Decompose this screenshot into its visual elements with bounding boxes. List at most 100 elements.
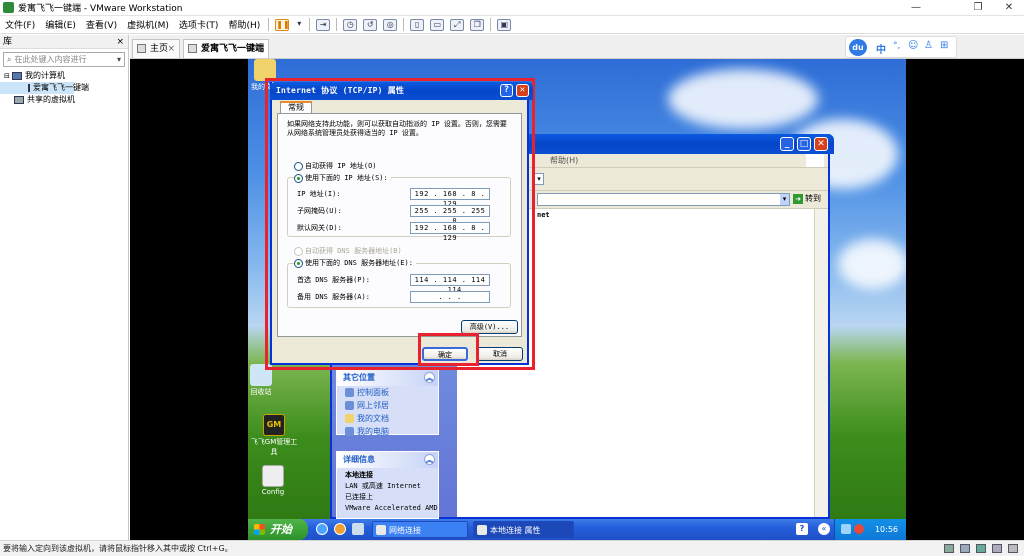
windows-flag-icon xyxy=(254,524,265,535)
advanced-button[interactable]: 高级(V)... xyxy=(461,320,518,334)
ip-address-input[interactable]: 192 . 168 . 8 . 129 xyxy=(410,188,490,208)
revert-snapshot-icon[interactable]: ↺ xyxy=(363,18,378,31)
subnet-mask-input[interactable]: 255 . 255 . 255 . 0 xyxy=(410,205,490,225)
tree-vm-item[interactable]: 爱寓飞飞一键端 xyxy=(0,82,89,94)
dialog-titlebar[interactable]: Internet 协议 (TCP/IP) 属性 ? ✕ xyxy=(270,82,533,100)
chevron-down-icon[interactable]: ▾ xyxy=(295,19,303,31)
chevron-down-icon[interactable]: ▾ xyxy=(534,173,544,185)
tcpip-properties-dialog[interactable]: Internet 协议 (TCP/IP) 属性 ? ✕ 常规 如果网络支持此功能… xyxy=(270,82,533,365)
vmware-app-icon xyxy=(3,2,14,13)
browser-icon[interactable] xyxy=(334,523,346,535)
library-view-icon[interactable]: ▯ xyxy=(410,18,425,31)
send-keys-icon[interactable]: ⇥ xyxy=(316,18,331,31)
hdd-status-icon[interactable] xyxy=(944,544,954,553)
tree-shared-vms[interactable]: 共享的虚拟机 xyxy=(0,94,128,106)
close-icon[interactable]: × xyxy=(167,40,175,58)
radio-auto-ip[interactable]: 自动获得 IP 地址(O) xyxy=(294,162,377,171)
menu-view[interactable]: 查看(V) xyxy=(81,18,122,31)
menu-help[interactable]: 帮助(H) xyxy=(550,155,578,166)
baidu-logo-icon[interactable]: du xyxy=(849,39,867,56)
menu-file[interactable]: 文件(F) xyxy=(0,18,40,31)
tree-label: 我的计算机 xyxy=(25,71,65,80)
ime-menu-icon[interactable]: ⊞ xyxy=(940,40,948,51)
alternate-dns-input[interactable]: . . . xyxy=(410,291,490,303)
desktop-icon-config[interactable]: Config xyxy=(250,465,296,496)
tab-home[interactable]: 主页 × xyxy=(132,39,180,58)
network-icon xyxy=(477,525,487,535)
snapshot-manager-icon[interactable]: ◎ xyxy=(383,18,398,31)
other-places-header[interactable]: 其它位置 ︽ xyxy=(337,370,438,386)
link-my-documents[interactable]: 我的文档 xyxy=(337,412,438,425)
unity-icon[interactable]: ❐ xyxy=(470,18,485,31)
collapse-icon[interactable]: ︽ xyxy=(424,372,435,383)
fullscreen-icon[interactable]: ⤢ xyxy=(450,18,465,31)
cancel-button[interactable]: 取消 xyxy=(477,347,523,361)
snapshot-icon[interactable]: ◷ xyxy=(343,18,358,31)
maximize-button[interactable]: □ xyxy=(797,137,811,151)
security-tray-icon[interactable] xyxy=(854,524,864,534)
menu-vm[interactable]: 虚拟机(M) xyxy=(122,18,174,31)
usb-status-icon[interactable] xyxy=(992,544,1002,553)
vm-letterbox-right xyxy=(906,59,1024,540)
shared-vm-icon xyxy=(14,96,24,104)
start-button[interactable]: 开始 xyxy=(248,519,308,540)
network-icon xyxy=(345,401,354,410)
baidu-ime-bar[interactable]: du 中 °, ☺ ♙ ⊞ xyxy=(845,36,957,58)
menu-tabs[interactable]: 选项卡(T) xyxy=(174,18,224,31)
console-view-icon[interactable]: ▣ xyxy=(497,18,512,31)
details-header[interactable]: 详细信息 ︽ xyxy=(337,452,438,468)
dialog-close-button[interactable]: ✕ xyxy=(516,84,529,97)
close-button[interactable]: ✕ xyxy=(814,137,828,151)
help-icon[interactable]: ? xyxy=(796,523,808,535)
link-label: 控制面板 xyxy=(357,388,389,397)
collapse-icon[interactable]: ︽ xyxy=(424,454,435,465)
radio-auto-dns[interactable]: 自动获得 DNS 服务器地址(B) xyxy=(294,247,402,256)
message-status-icon[interactable] xyxy=(1008,544,1018,553)
preferred-dns-input[interactable]: 114 . 114 . 114 . 114 xyxy=(410,274,490,294)
vertical-scrollbar[interactable] xyxy=(814,209,828,517)
menu-help[interactable]: 帮助(H) xyxy=(223,18,265,31)
library-panel: 库 × ⌕ 在此处键入内容进行 ▾ ⊟ 我的计算机 爱寓飞飞一键端 共享的虚拟机 xyxy=(0,35,129,540)
task-network-connections[interactable]: 网络连接 xyxy=(372,521,468,538)
minimize-button[interactable]: — xyxy=(901,0,931,16)
library-search-input[interactable]: ⌕ 在此处键入内容进行 ▾ xyxy=(3,52,125,67)
address-input[interactable] xyxy=(537,193,790,206)
go-button[interactable]: ➜ 转到 xyxy=(793,193,821,204)
help-button[interactable]: ? xyxy=(500,84,513,97)
computer-icon xyxy=(12,72,22,80)
link-my-computer[interactable]: 我的电脑 xyxy=(337,425,438,438)
network-status-icon[interactable] xyxy=(976,544,986,553)
close-button[interactable]: ✕ xyxy=(994,0,1024,16)
radio-use-ip[interactable]: 使用下面的 IP 地址(S): xyxy=(294,174,391,183)
cdrom-status-icon[interactable] xyxy=(960,544,970,553)
network-tray-icon[interactable] xyxy=(841,524,851,534)
thumbnail-view-icon[interactable]: ▭ xyxy=(430,18,445,31)
ime-punct-icon[interactable]: °, xyxy=(893,41,900,51)
pause-icon[interactable]: ❚❚ xyxy=(275,18,290,31)
ime-user-icon[interactable]: ♙ xyxy=(924,40,933,51)
show-desktop-icon[interactable] xyxy=(352,523,364,535)
link-control-panel[interactable]: 控制面板 xyxy=(337,386,438,399)
tree-collapse-icon[interactable]: ⊟ xyxy=(4,70,12,82)
desktop-icon-gm-tool[interactable]: GM 飞飞GM管理工具 xyxy=(250,414,298,457)
library-close-icon[interactable]: × xyxy=(116,35,124,49)
radio-use-dns[interactable]: 使用下面的 DNS 服务器地址(E): xyxy=(294,259,416,268)
tab-vm[interactable]: 爱寓飞飞一键端 × xyxy=(183,39,269,58)
ime-lang-icon[interactable]: 中 xyxy=(876,41,886,56)
tree-label: 爱寓飞飞一键端 xyxy=(33,83,89,92)
default-gateway-input[interactable]: 192 . 168 . 8 . 129 xyxy=(410,222,490,242)
tree-my-computer[interactable]: ⊟ 我的计算机 xyxy=(0,70,128,82)
menu-edit[interactable]: 编辑(E) xyxy=(40,18,81,31)
link-network-places[interactable]: 网上邻居 xyxy=(337,399,438,412)
other-places-box: 其它位置 ︽ 控制面板 网上邻居 我的文档 我的电脑 xyxy=(336,369,439,438)
chevron-down-icon[interactable]: ▾ xyxy=(117,55,121,64)
chevron-down-icon[interactable]: ▾ xyxy=(780,194,789,205)
ie-icon[interactable] xyxy=(316,523,328,535)
maximize-button[interactable]: ❐ xyxy=(963,0,993,16)
dialog-title: Internet 协议 (TCP/IP) 属性 xyxy=(276,86,405,95)
chevron-icon[interactable]: « xyxy=(818,523,830,535)
close-icon[interactable]: × xyxy=(256,40,264,58)
task-local-connection-properties[interactable]: 本地连接 属性 xyxy=(473,521,574,538)
ime-emoji-icon[interactable]: ☺ xyxy=(908,40,918,51)
minimize-button[interactable]: _ xyxy=(780,137,794,151)
